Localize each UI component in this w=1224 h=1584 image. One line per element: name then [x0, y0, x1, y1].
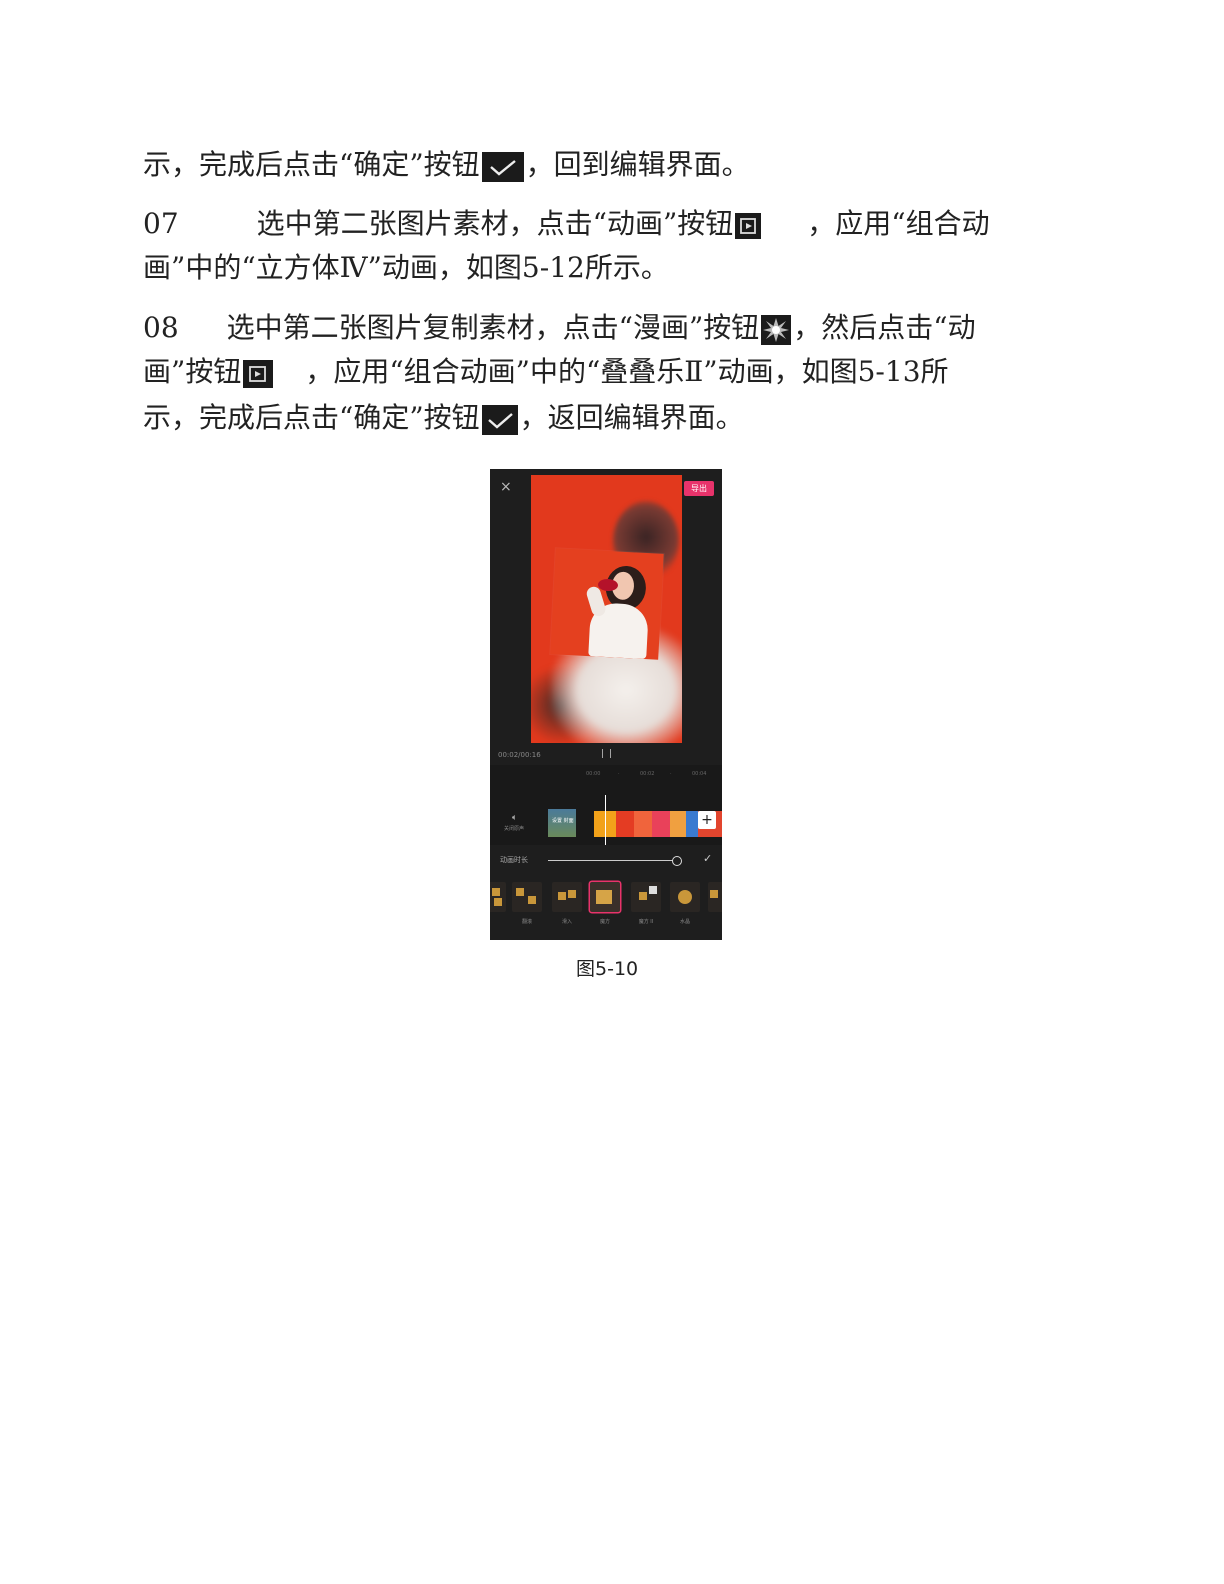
preset-thumbnail[interactable] [552, 882, 582, 912]
text: ，返回编辑界面。 [519, 401, 744, 434]
ruler-tick: · [618, 771, 620, 777]
preset-thumbnail[interactable] [512, 882, 542, 912]
confirm-icon[interactable]: ✓ [703, 852, 712, 865]
preset-label: 魔方 [599, 919, 610, 925]
add-clip-button[interactable]: + [698, 811, 716, 829]
preset-thumbnail[interactable] [708, 882, 722, 912]
text: 选中第二张图片素材，点击“动画”按钮 [256, 207, 734, 240]
paragraph-line: 08 选中第二张图片复制素材，点击“漫画”按钮 ，然后点击“动 [143, 308, 976, 348]
paragraph-line: 示，完成后点击“确定”按钮 ，回到编辑界面。 [143, 145, 750, 185]
video-preview [531, 475, 682, 743]
duration-label: 动画时长 [500, 856, 528, 864]
photo-clip [550, 548, 664, 660]
playhead[interactable] [605, 795, 606, 845]
step-number: 07 [143, 207, 179, 240]
preset-label: 滑入 [561, 919, 572, 925]
comic-icon [761, 314, 792, 345]
ruler-tick: 00:02 [640, 771, 655, 777]
step-number: 08 [143, 311, 179, 344]
checkmark-icon [481, 404, 518, 435]
text: 示，完成后点击“确定”按钮 [143, 148, 480, 181]
preset-label: 水晶 [679, 919, 690, 925]
text: ，应用“组合动 [807, 207, 990, 240]
timeline[interactable]: 00:00 · 00:02 · 00:04 🔈︎ 关闭原声 设置 封面 + [490, 765, 722, 845]
figure-phone-screenshot: × 导出 00:02/00:16 | | 00:00 · 00:02 · 00:… [490, 469, 722, 940]
text: ，回到编辑界面。 [525, 148, 750, 181]
mute-label: 关闭原声 [504, 826, 525, 832]
text: 画”中的“立方体Ⅳ”动画，如图5-12所示。 [143, 251, 669, 284]
ruler-tick: 00:04 [692, 771, 707, 777]
close-icon[interactable]: × [500, 479, 512, 495]
clip-thumbnail[interactable] [670, 811, 686, 837]
animation-icon [735, 212, 762, 239]
figure-caption: 图5-10 [576, 958, 639, 980]
text: 画”按钮 [143, 355, 242, 388]
preset-thumbnail[interactable] [631, 882, 661, 912]
text: ，应用“组合动画”中的“叠叠乐Ⅱ”动画，如图5-13所 [305, 355, 949, 388]
checkmark-icon [481, 151, 524, 182]
text: 选中第二张图片复制素材，点击“漫画”按钮 [226, 311, 760, 344]
slider-handle[interactable] [672, 856, 682, 866]
time-readout: 00:02/00:16 [498, 751, 541, 759]
preset-label: 翻滚 [521, 919, 532, 925]
cover-label: 设置 封面 [552, 818, 574, 824]
clip-thumbnail[interactable] [652, 811, 670, 837]
animation-icon [243, 359, 274, 388]
export-button[interactable]: 导出 [684, 481, 714, 496]
clip-thumbnail[interactable] [616, 811, 634, 837]
preset-label: 魔方 II [638, 919, 654, 925]
duration-slider[interactable] [548, 860, 676, 861]
text: 示，完成后点击“确定”按钮 [143, 401, 480, 434]
clip-thumbnail[interactable] [686, 811, 698, 837]
paragraph-line: 07 选中第二张图片素材，点击“动画”按钮 ，应用“组合动 [143, 204, 990, 244]
ruler-tick: 00:00 [586, 771, 601, 777]
ruler-tick: · [670, 771, 672, 777]
cover-button[interactable]: 设置 封面 [548, 809, 576, 837]
text: ，然后点击“动 [793, 311, 976, 344]
preset-thumbnail-selected[interactable] [590, 882, 620, 912]
pause-button[interactable]: | | [601, 749, 613, 759]
preset-thumbnail[interactable] [490, 882, 506, 912]
paragraph-line: 画”中的“立方体Ⅳ”动画，如图5-12所示。 [143, 248, 669, 288]
paragraph-line: 画”按钮 ，应用“组合动画”中的“叠叠乐Ⅱ”动画，如图5-13所 [143, 352, 949, 392]
paragraph-line: 示，完成后点击“确定”按钮 ，返回编辑界面。 [143, 398, 744, 438]
clip-thumbnail[interactable] [634, 811, 652, 837]
speaker-icon[interactable]: 🔈︎ [512, 813, 517, 823]
preset-thumbnail[interactable] [670, 882, 700, 912]
